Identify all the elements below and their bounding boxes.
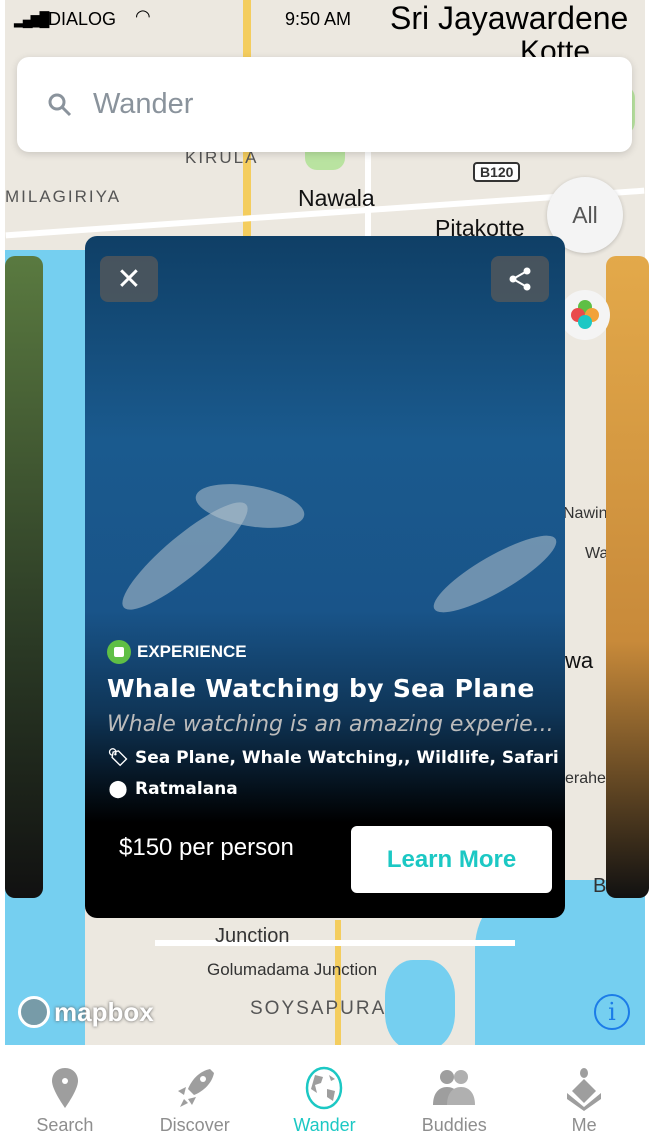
tab-search[interactable]: Search — [0, 1045, 130, 1147]
card-tags: Sea Plane, Whale Watching,, Wildlife, Sa… — [135, 748, 559, 768]
tab-label: Search — [36, 1115, 94, 1135]
map-label: Golumadama Junction — [207, 960, 378, 979]
user-icon — [567, 1068, 602, 1111]
experience-card[interactable]: ✕ EXPERIENCE Whale Watching by Sea Plane… — [85, 236, 565, 918]
globe-icon — [306, 1066, 343, 1110]
road-shield: B120 — [473, 162, 521, 182]
experience-icon — [107, 640, 131, 664]
wifi-icon: ◠ — [135, 6, 151, 26]
card-description: Whale watching is an amazing experie... — [107, 712, 554, 737]
next-card[interactable] — [606, 256, 649, 898]
previous-card[interactable] — [5, 256, 43, 898]
mapbox-logo: mapbox — [18, 996, 154, 1028]
map-label: MILAGIRIYA — [5, 187, 122, 206]
categories-icon — [571, 300, 599, 329]
tag-icon: 🏷 — [107, 748, 129, 768]
info-button[interactable]: i — [594, 994, 630, 1030]
map-pin-icon — [51, 1068, 78, 1108]
card-type: EXPERIENCE — [107, 640, 247, 664]
tab-label: Buddies — [421, 1115, 487, 1135]
tab-discover[interactable]: Discover — [130, 1045, 260, 1147]
info-icon: i — [608, 998, 616, 1026]
card-title: Whale Watching by Sea Plane — [107, 674, 535, 703]
status-bar: ▂▄▆█ DIALOG ◠ 9:50 AM — [0, 6, 649, 32]
map-label: SOYSAPURA — [250, 998, 387, 1019]
share-icon — [509, 267, 531, 291]
tab-me[interactable]: Me — [519, 1045, 649, 1147]
search-icon — [48, 93, 72, 116]
search-bar[interactable]: Wander — [17, 57, 632, 152]
share-button[interactable] — [491, 256, 549, 302]
categories-button[interactable] — [560, 290, 610, 340]
card-type-label: EXPERIENCE — [137, 642, 247, 661]
close-button[interactable]: ✕ — [100, 256, 158, 302]
tab-label: Me — [571, 1115, 597, 1135]
tab-bar: Search Discover Wander Buddies Me — [0, 1045, 649, 1147]
card-price: $150 per person — [119, 834, 294, 861]
rocket-icon — [177, 1069, 214, 1107]
search-input[interactable]: Wander — [93, 88, 193, 121]
map-label: Nawala — [298, 185, 375, 211]
location-pin-icon: ⬤ — [108, 779, 128, 799]
people-icon — [433, 1070, 476, 1105]
tab-label: Discover — [159, 1115, 230, 1135]
card-location: Ratmalana — [135, 779, 238, 799]
tab-buddies[interactable]: Buddies — [389, 1045, 519, 1147]
close-icon: ✕ — [116, 262, 142, 296]
map-label: Junction — [215, 925, 290, 947]
carrier: DIALOG — [48, 9, 117, 29]
learn-more-button[interactable]: Learn More — [351, 826, 552, 893]
tab-wander[interactable]: Wander — [260, 1045, 390, 1147]
clock: 9:50 AM — [285, 9, 352, 29]
signal-icon: ▂▄▆█ — [14, 11, 49, 27]
tab-label: Wander — [293, 1115, 356, 1135]
map-label: wa — [565, 648, 594, 673]
